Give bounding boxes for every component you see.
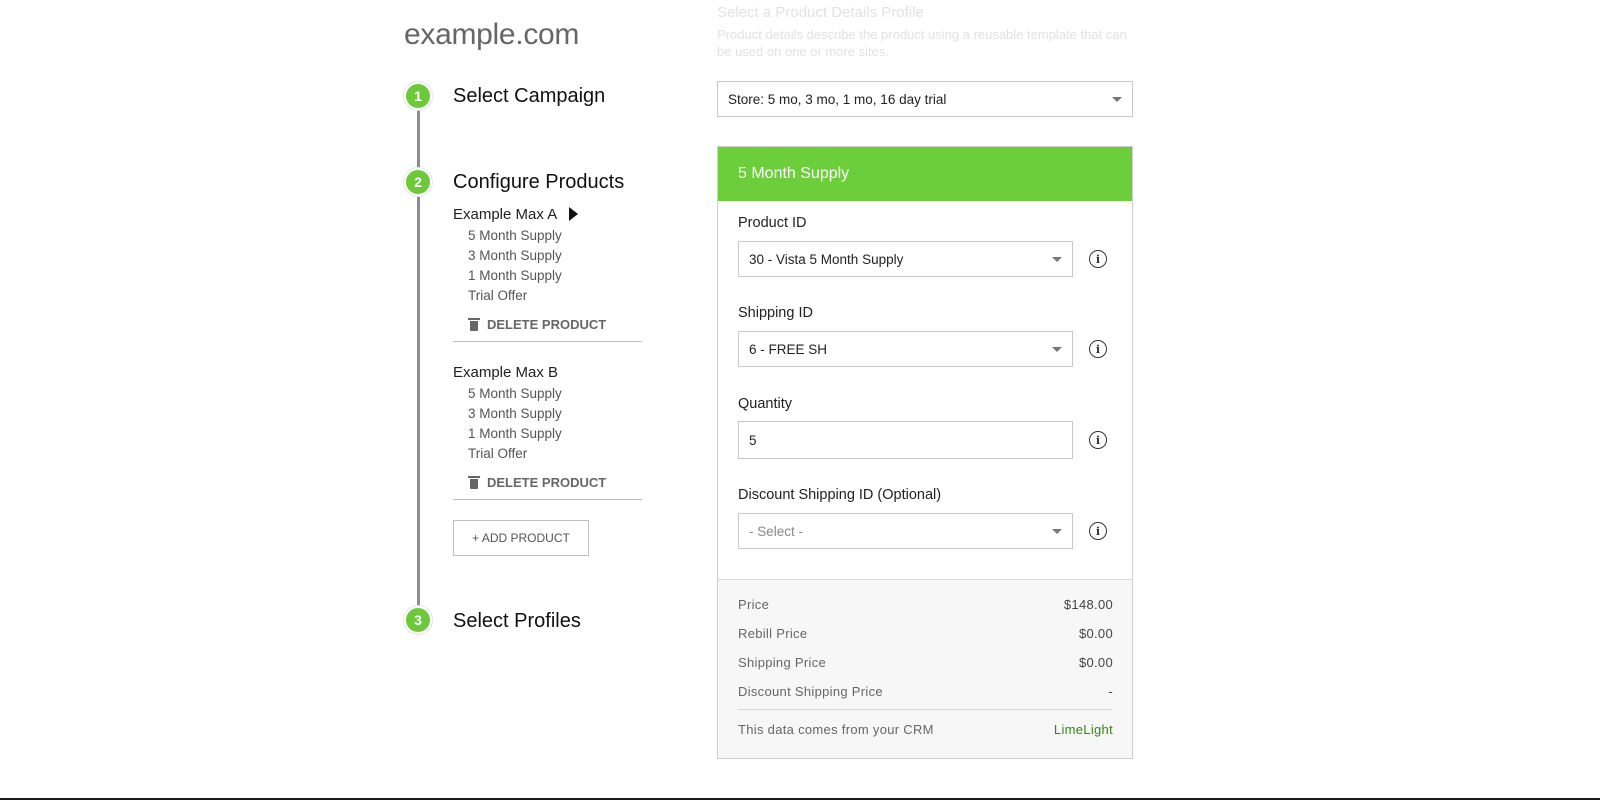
- product-divider: [453, 341, 642, 342]
- offer-card: 5 Month Supply Product ID 30 - Vista 5 M…: [717, 146, 1133, 759]
- product-divider: [453, 499, 642, 500]
- crm-link[interactable]: LimeLight: [1054, 722, 1113, 737]
- offer-list: 5 Month Supply 3 Month Supply 1 Month Su…: [453, 226, 642, 306]
- step-3-title[interactable]: Select Profiles: [453, 610, 581, 633]
- site-title: example.com: [404, 18, 580, 51]
- crm-note: This data comes from your CRM LimeLight: [738, 722, 1113, 737]
- quantity-label: Quantity: [738, 396, 792, 412]
- info-icon[interactable]: i: [1089, 340, 1107, 358]
- price-row: Shipping Price $0.00: [738, 655, 1113, 670]
- price-value: $148.00: [1063, 597, 1113, 612]
- offer-item[interactable]: Trial Offer: [453, 444, 642, 464]
- profile-header-description: Product details describe the product usi…: [717, 27, 1127, 59]
- product-id-label: Product ID: [738, 215, 807, 231]
- shipping-id-label: Shipping ID: [738, 305, 813, 321]
- product-name-label: Example Max A: [453, 205, 558, 223]
- delete-product-button[interactable]: DELETE PRODUCT: [468, 473, 642, 491]
- quantity-input[interactable]: 5: [738, 421, 1073, 459]
- price-label: Rebill Price: [738, 626, 808, 641]
- offer-item[interactable]: 5 Month Supply: [453, 226, 642, 246]
- price-row: Discount Shipping Price -: [738, 684, 1113, 699]
- shipping-id-select[interactable]: 6 - FREE SH: [738, 331, 1073, 367]
- product-name-b[interactable]: Example Max B: [453, 361, 642, 383]
- chevron-down-icon: [1112, 97, 1122, 102]
- offer-item[interactable]: 1 Month Supply: [453, 266, 642, 286]
- chevron-down-icon: [1052, 347, 1062, 352]
- footer-divider: [738, 709, 1113, 710]
- campaign-select[interactable]: Store: 5 mo, 3 mo, 1 mo, 16 day trial: [717, 81, 1133, 117]
- product-id-value: 30 - Vista 5 Month Supply: [749, 251, 904, 267]
- crm-note-text: This data comes from your CRM: [738, 722, 934, 737]
- price-label: Price: [738, 597, 770, 612]
- chevron-down-icon: [1052, 257, 1062, 262]
- discount-shipping-select[interactable]: - Select -: [738, 513, 1073, 549]
- step-1-badge: 1: [404, 82, 432, 110]
- price-value: $0.00: [1078, 655, 1113, 670]
- trash-icon: [468, 475, 480, 489]
- price-value: $0.00: [1078, 626, 1113, 641]
- trash-icon: [468, 317, 480, 331]
- page: example.com 1 Select Campaign 2 Configur…: [0, 0, 1600, 800]
- discount-shipping-placeholder: - Select -: [749, 523, 804, 539]
- step-1-title[interactable]: Select Campaign: [453, 85, 605, 108]
- delete-product-label: DELETE PRODUCT: [487, 474, 607, 490]
- offer-list: 5 Month Supply 3 Month Supply 1 Month Su…: [453, 384, 642, 464]
- shipping-id-value: 6 - FREE SH: [749, 341, 828, 357]
- add-product-button[interactable]: + ADD PRODUCT: [453, 520, 589, 556]
- price-row: Price $148.00: [738, 597, 1113, 612]
- caret-right-icon[interactable]: [569, 207, 579, 221]
- info-icon[interactable]: i: [1089, 250, 1107, 268]
- product-id-select[interactable]: 30 - Vista 5 Month Supply: [738, 241, 1073, 277]
- offer-item[interactable]: 3 Month Supply: [453, 246, 642, 266]
- product-name-label: Example Max B: [453, 363, 559, 381]
- price-label: Discount Shipping Price: [738, 684, 883, 699]
- delete-product-label: DELETE PRODUCT: [487, 316, 607, 332]
- step-3-badge: 3: [404, 606, 432, 634]
- offer-card-header: 5 Month Supply: [718, 147, 1132, 201]
- offer-item[interactable]: 5 Month Supply: [453, 384, 642, 404]
- offer-item[interactable]: Trial Offer: [453, 286, 642, 306]
- offer-item[interactable]: 1 Month Supply: [453, 424, 642, 444]
- product-block-a: Example Max A 5 Month Supply 3 Month Sup…: [453, 203, 642, 342]
- chevron-down-icon: [1052, 529, 1062, 534]
- discount-shipping-label: Discount Shipping ID (Optional): [738, 487, 942, 503]
- profile-header-title: Select a Product Details Profile: [717, 4, 924, 21]
- quantity-value: 5: [749, 432, 757, 448]
- product-name-a[interactable]: Example Max A: [453, 203, 642, 225]
- price-value: -: [1108, 684, 1113, 699]
- price-label: Shipping Price: [738, 655, 827, 670]
- campaign-select-value: Store: 5 mo, 3 mo, 1 mo, 16 day trial: [728, 91, 947, 107]
- offer-item[interactable]: 3 Month Supply: [453, 404, 642, 424]
- step-2-title[interactable]: Configure Products: [453, 171, 624, 194]
- price-row: Rebill Price $0.00: [738, 626, 1113, 641]
- delete-product-button[interactable]: DELETE PRODUCT: [468, 315, 642, 333]
- product-block-b: Example Max B 5 Month Supply 3 Month Sup…: [453, 361, 642, 500]
- price-summary: Price $148.00 Rebill Price $0.00 Shippin…: [718, 579, 1132, 758]
- step-2-badge: 2: [404, 168, 432, 196]
- info-icon[interactable]: i: [1089, 522, 1107, 540]
- profile-header: Select a Product Details Profile Product…: [717, 4, 1137, 60]
- info-icon[interactable]: i: [1089, 431, 1107, 449]
